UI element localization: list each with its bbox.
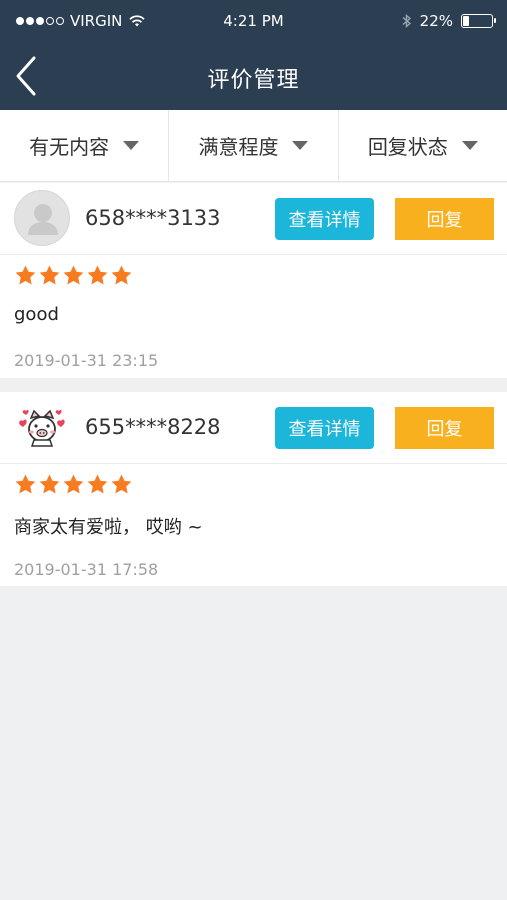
view-details-button[interactable]: 查看详情	[275, 407, 374, 449]
filter-has-content[interactable]: 有无内容	[0, 110, 170, 181]
review-time: 2019-01-31 17:58	[14, 560, 159, 579]
review-header: 655****8228 查看详情 回复	[0, 392, 507, 464]
user-phone: 655****8228	[85, 415, 221, 439]
view-details-button[interactable]: 查看详情	[275, 198, 374, 240]
battery-icon	[461, 14, 496, 28]
review-header: 658****3133 查看详情 回复	[0, 183, 507, 255]
star-icon	[14, 264, 37, 287]
header: VIRGIN 4:21 PM 22% 评价管理	[0, 0, 507, 110]
star-icon	[38, 473, 61, 496]
page-title: 评价管理	[207, 68, 300, 93]
filter-satisfaction[interactable]: 满意程度	[169, 110, 339, 181]
star-icon	[110, 473, 133, 496]
star-rating	[14, 264, 133, 287]
review-comment: 商家太有爱啦， 哎哟 ~	[14, 517, 203, 538]
star-icon	[110, 264, 133, 287]
review-comment: good	[14, 304, 59, 325]
default-user-icon	[28, 204, 58, 235]
review-card: 658****3133 查看详情 回复 good 2019-01-31 23:1…	[0, 183, 507, 378]
reply-button[interactable]: 回复	[395, 407, 494, 449]
filter-label: 回复状态	[367, 135, 448, 159]
star-icon	[38, 264, 61, 287]
filter-bar: 有无内容 满意程度 回复状态	[0, 110, 507, 182]
status-right: 22%	[402, 12, 496, 30]
pig-avatar-icon	[14, 399, 70, 455]
avatar	[14, 190, 70, 246]
reply-button[interactable]: 回复	[395, 198, 494, 240]
review-card: 655****8228 查看详情 回复 商家太有爱啦， 哎哟 ~ 2019-01…	[0, 392, 507, 586]
filter-reply-status[interactable]: 回复状态	[339, 110, 507, 181]
battery-level	[463, 16, 469, 26]
nav-bar: 评价管理	[0, 44, 507, 110]
star-icon	[86, 264, 109, 287]
battery-percent: 22%	[419, 12, 453, 30]
review-time: 2019-01-31 23:15	[14, 351, 159, 370]
user-phone: 658****3133	[85, 206, 221, 230]
filter-label: 满意程度	[198, 135, 279, 159]
bluetooth-icon	[402, 13, 411, 29]
caret-down-icon	[292, 141, 309, 150]
star-rating	[14, 473, 133, 496]
star-icon	[62, 473, 85, 496]
star-icon	[86, 473, 109, 496]
status-bar: VIRGIN 4:21 PM 22%	[0, 0, 507, 42]
caret-down-icon	[461, 141, 478, 150]
avatar	[14, 399, 70, 455]
filter-label: 有无内容	[29, 135, 110, 159]
star-icon	[14, 473, 37, 496]
caret-down-icon	[123, 141, 140, 150]
star-icon	[62, 264, 85, 287]
